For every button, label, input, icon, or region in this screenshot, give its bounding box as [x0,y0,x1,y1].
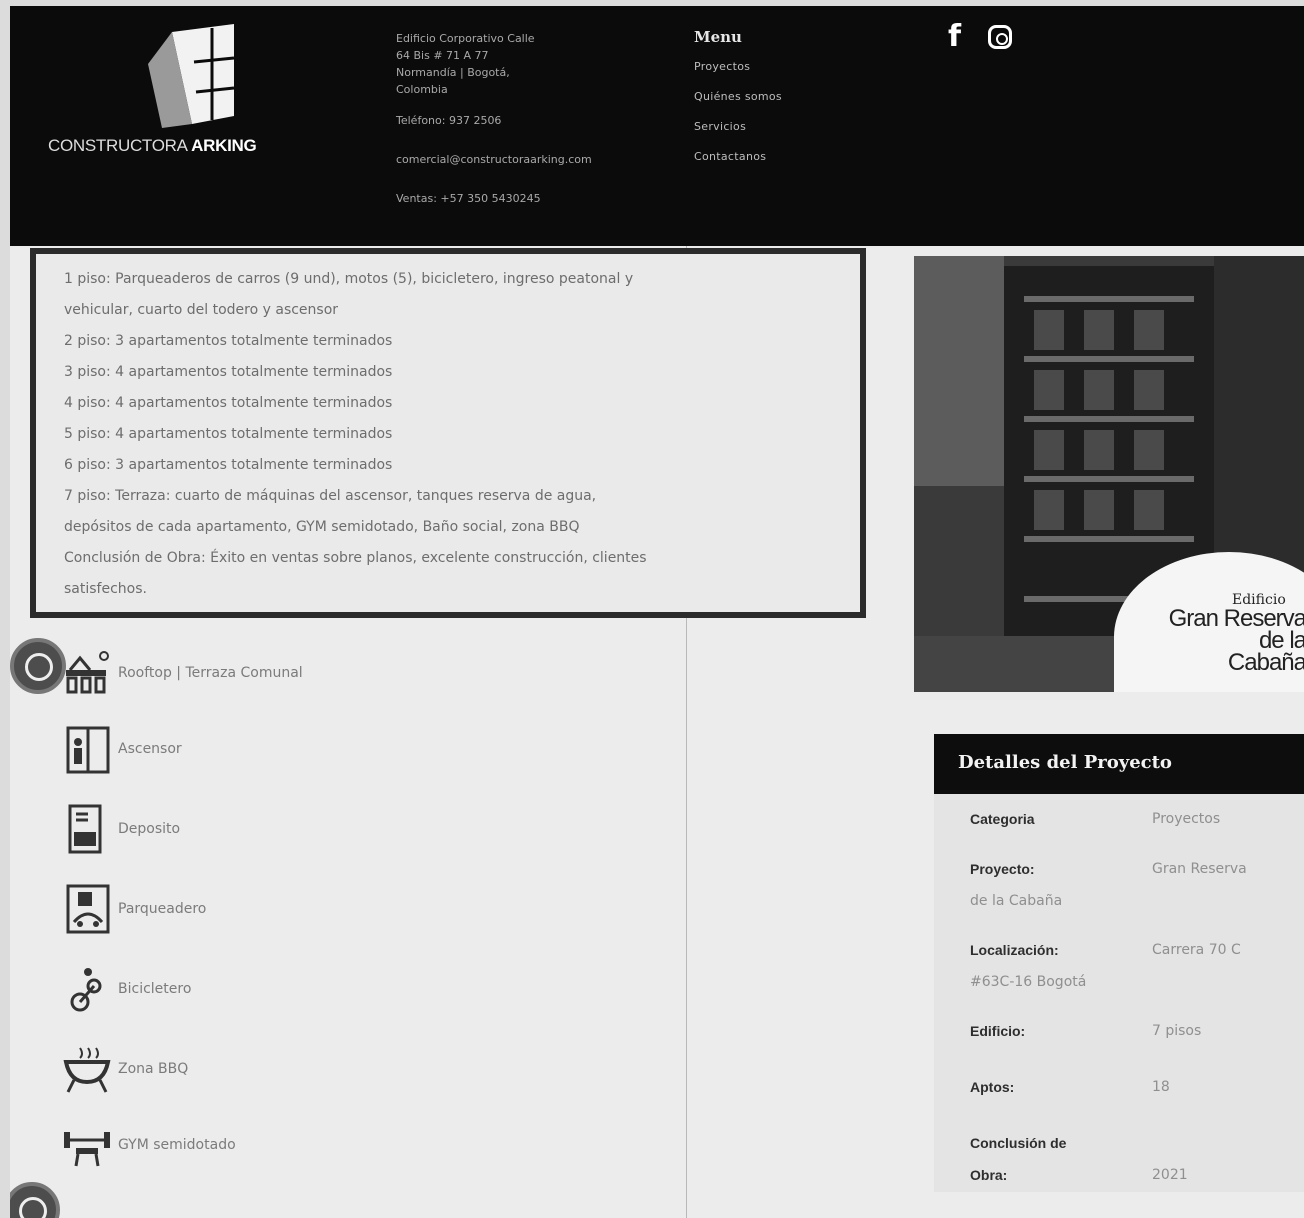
description-line: 4 piso: 4 apartamentos totalmente termin… [64,395,393,411]
project-details-panel: Detalles del Proyecto Categoria Proyecto… [934,734,1304,1192]
detail-key: Conclusión de [970,1135,1067,1151]
amenity-label: Bicicletero [118,981,192,997]
detail-value: Carrera 70 C [1152,942,1241,958]
address-line: Edificio Corporativo Calle [396,32,535,45]
logo-brand-light: CONSTRUCTORA [48,136,187,155]
menu-item-quienes-somos[interactable]: Quiénes somos [694,90,894,103]
contact-info: Edificio Corporativo Calle 64 Bis # 71 A… [396,30,696,207]
details-title: Detalles del Proyecto [934,734,1304,794]
email-link[interactable]: comercial@constructoraarking.com [396,151,696,168]
sales-phone-text[interactable]: Ventas: +57 350 5430245 [396,190,696,207]
amenity-label: Rooftop | Terraza Comunal [118,665,303,681]
menu-item-servicios[interactable]: Servicios [694,120,894,133]
amenity-item: Parqueadero [60,884,206,934]
logo-text: CONSTRUCTORA ARKING [48,136,257,156]
description-line: 7 piso: Terraza: cuarto de máquinas del … [64,488,597,504]
social-links: f [948,22,1034,52]
logo-brand-bold: ARKING [191,136,257,155]
instagram-icon[interactable] [988,25,1013,49]
badge-line: Cabaña [1227,649,1304,676]
detail-row: Categoria Proyectos [970,804,1304,836]
menu-title: Menu [694,28,742,46]
detail-value-cont: de la Cabaña [970,893,1063,909]
detail-key: Localización: [970,942,1059,958]
detail-value: 7 pisos [1152,1023,1202,1039]
description-line: vehicular, cuarto del todero y ascensor [64,302,339,318]
detail-value: 18 [1152,1079,1170,1095]
amenity-item: Deposito [60,804,180,854]
menu-item-proyectos[interactable]: Proyectos [694,60,894,73]
detail-value: 2021 [1152,1167,1188,1183]
detail-row: Obra: 2021 [970,1160,1304,1192]
description-line: 1 piso: Parqueaderos de carros (9 und), … [64,271,634,287]
whatsapp-icon[interactable] [10,638,66,694]
detail-row: Conclusión de [970,1128,1304,1160]
phone-text[interactable]: Teléfono: 937 2506 [396,112,696,129]
page: CONSTRUCTORA ARKING Edificio Corporativo… [10,6,1304,1218]
amenity-label: Ascensor [118,741,182,757]
detail-row: Proyecto: Gran Reserva de la Cabaña [970,854,1304,917]
bbq-icon [63,1047,111,1093]
detail-key: Categoria [970,811,1035,827]
menu-item-contactanos[interactable]: Contactanos [694,150,894,163]
gym-icon [64,1132,110,1167]
bicycle-icon [70,968,102,1012]
logo[interactable]: CONSTRUCTORA ARKING [48,24,308,164]
storage-icon [68,804,102,854]
description-line: 5 piso: 4 apartamentos totalmente termin… [64,426,393,442]
address-line: Normandía | Bogotá, [396,66,510,79]
address-line: Colombia [396,83,448,96]
description-line: 6 piso: 3 apartamentos totalmente termin… [64,457,393,473]
detail-value: Gran Reserva [1152,861,1247,877]
description-line: 2 piso: 3 apartamentos totalmente termin… [64,333,393,349]
detail-key: Obra: [970,1167,1008,1183]
detail-value-cont: #63C-16 Bogotá [970,974,1087,990]
amenity-item: Zona BBQ [60,1044,188,1094]
rooftop-icon [66,651,109,694]
facebook-icon[interactable]: f [948,22,961,52]
amenity-label: GYM semidotado [118,1137,236,1153]
description-line: 3 piso: 4 apartamentos totalmente termin… [64,364,393,380]
amenity-item: Rooftop | Terraza Comunal [60,648,303,698]
site-header: CONSTRUCTORA ARKING Edificio Corporativo… [10,6,1304,246]
amenity-label: Zona BBQ [118,1061,189,1077]
detail-key: Edificio: [970,1023,1026,1039]
address-line: 64 Bis # 71 A 77 [396,49,489,62]
elevator-icon [66,726,110,774]
whatsapp-icon[interactable] [10,1182,60,1218]
parking-icon [66,884,110,934]
amenity-label: Deposito [118,821,181,837]
detail-value[interactable]: Proyectos [1152,804,1220,835]
badge-project-name: Gran Reserva de la Cabaña [1126,607,1304,676]
description-line: Conclusión de Obra: Éxito en ventas sobr… [64,550,647,566]
amenity-item: Ascensor [60,724,182,774]
footer-menu: Menu Proyectos Quiénes somos Servicios C… [694,28,894,180]
detail-key: Proyecto: [970,861,1035,877]
building-logo-icon [148,24,235,128]
amenity-item: Bicicletero [60,964,191,1014]
project-description: 1 piso: Parqueaderos de carros (9 und), … [30,248,866,618]
amenity-label: Parqueadero [118,901,207,917]
detail-row: Edificio: 7 pisos [970,1016,1304,1048]
details-body: Categoria Proyectos Proyecto: Gran Reser… [934,794,1304,1192]
description-line: depósitos de cada apartamento, GYM semid… [64,519,580,535]
amenity-item: GYM semidotado [60,1120,236,1170]
detail-row: Localización: Carrera 70 C #63C-16 Bogot… [970,935,1304,998]
detail-row: Aptos: 18 [970,1072,1304,1104]
detail-key: Aptos: [970,1079,1015,1095]
description-line: satisfechos. [64,581,147,597]
